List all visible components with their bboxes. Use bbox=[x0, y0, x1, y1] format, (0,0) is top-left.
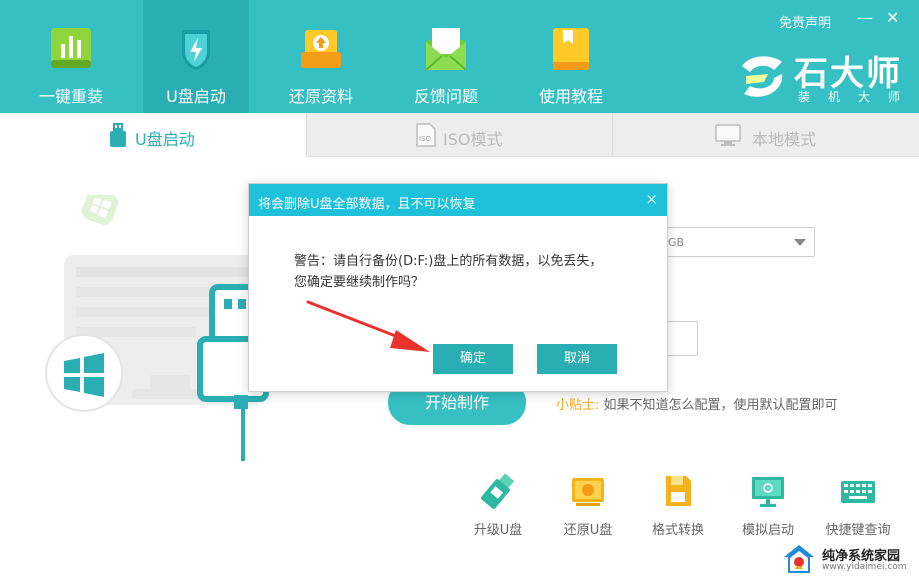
nav-label: 一键重装 bbox=[38, 87, 103, 106]
tip-message: 如果不知道怎么配置，使用默认配置即可 bbox=[603, 398, 838, 413]
usb-upgrade-icon bbox=[480, 473, 515, 509]
tool-upgrade-usb[interactable]: 升级U盘 bbox=[458, 470, 538, 540]
usb-shield-icon bbox=[182, 30, 210, 70]
tool-simulate-boot[interactable]: 模拟启动 bbox=[728, 470, 808, 540]
header-bar: 一键重装 U盘启动 还原资料 反馈问题 使用教程 免责声明 — ✕ 石大师 装机… bbox=[0, 0, 919, 113]
annotation-arrow-icon bbox=[306, 300, 430, 352]
tool-restore-usb[interactable]: 还原U盘 bbox=[548, 470, 628, 540]
tab-usb-boot[interactable]: U盘启动 bbox=[0, 113, 306, 157]
format-convert-icon bbox=[666, 476, 691, 506]
nav-label: 使用教程 bbox=[538, 87, 603, 106]
tool-label: 还原U盘 bbox=[563, 523, 613, 538]
tab-label: U盘启动 bbox=[135, 130, 195, 149]
dialog-title: 将会删除U盘全部数据，且不可以恢复 bbox=[258, 197, 476, 212]
nav-one-click-reinstall[interactable]: 一键重装 bbox=[18, 0, 124, 113]
disclaimer-link[interactable]: 免责声明 bbox=[779, 12, 831, 31]
book-icon bbox=[553, 28, 589, 70]
tab-local-mode[interactable]: 本地模式 bbox=[612, 113, 919, 157]
simulate-boot-icon bbox=[752, 477, 784, 507]
svg-text:ISO: ISO bbox=[419, 135, 432, 143]
watermark-logo-icon bbox=[784, 545, 814, 573]
nav-feedback[interactable]: 反馈问题 bbox=[393, 0, 499, 113]
tool-label: 模拟启动 bbox=[741, 523, 794, 538]
dialog-message-line1: 警告：请自行备份(D:F:)盘上的所有数据，以免丢失， bbox=[294, 254, 603, 269]
bar-chart-icon bbox=[51, 28, 91, 68]
tool-label: 格式转换 bbox=[651, 523, 704, 538]
chevron-down-icon bbox=[794, 239, 806, 246]
nav-restore-data[interactable]: 还原资料 bbox=[268, 0, 374, 113]
tip-text: 小贴士: 如果不知道怎么配置，使用默认配置即可 bbox=[556, 394, 838, 413]
restore-box-icon bbox=[301, 30, 341, 68]
tab-label: ISO模式 bbox=[443, 130, 503, 149]
tip-label: 小贴士: bbox=[556, 398, 600, 413]
confirm-button[interactable]: 确定 bbox=[433, 344, 513, 374]
usb-restore-icon bbox=[572, 478, 604, 506]
nav-label: 还原资料 bbox=[288, 87, 353, 106]
cancel-button[interactable]: 取消 bbox=[537, 344, 617, 374]
brand-logo-icon bbox=[742, 56, 783, 97]
tool-label: 快捷键查询 bbox=[825, 523, 891, 538]
tool-shortcut-query[interactable]: 快捷键查询 bbox=[818, 470, 898, 540]
nav-label: U盘启动 bbox=[166, 87, 226, 106]
keyboard-icon bbox=[841, 481, 875, 503]
iso-file-icon: ISO bbox=[416, 123, 436, 147]
brand-subtitle: 装机大师 bbox=[798, 90, 919, 104]
nav-label: 反馈问题 bbox=[413, 87, 478, 106]
tool-format-convert[interactable]: 格式转换 bbox=[638, 470, 718, 540]
tab-label: 本地模式 bbox=[752, 130, 817, 149]
tool-label: 升级U盘 bbox=[473, 523, 523, 538]
envelope-icon bbox=[425, 28, 467, 71]
device-select[interactable]: GB bbox=[648, 227, 815, 257]
device-select-value: GB bbox=[668, 236, 685, 249]
monitor-icon bbox=[715, 124, 741, 146]
app-window: 一键重装 U盘启动 还原资料 反馈问题 使用教程 免责声明 — ✕ 石大师 装机… bbox=[0, 0, 919, 576]
dialog-title-bar: 将会删除U盘全部数据，且不可以恢复 × bbox=[249, 184, 667, 216]
confirm-dialog: 将会删除U盘全部数据，且不可以恢复 × 警告：请自行备份(D:F:)盘上的所有数… bbox=[248, 183, 668, 392]
usb-drive-icon bbox=[110, 123, 126, 147]
nav-usb-boot[interactable]: U盘启动 bbox=[143, 0, 249, 113]
minimize-button[interactable]: — bbox=[857, 10, 873, 26]
dialog-close-button[interactable]: × bbox=[645, 190, 658, 208]
watermark: 纯净系统家园 www.yidaimei.com bbox=[778, 542, 919, 576]
dialog-message-line2: 您确定要继续制作吗？ bbox=[294, 275, 425, 290]
close-button[interactable]: ✕ bbox=[886, 10, 899, 26]
nav-tutorial[interactable]: 使用教程 bbox=[518, 0, 624, 113]
tab-iso-mode[interactable]: ISO ISO模式 bbox=[306, 113, 612, 157]
watermark-url: www.yidaimei.com bbox=[822, 562, 907, 572]
